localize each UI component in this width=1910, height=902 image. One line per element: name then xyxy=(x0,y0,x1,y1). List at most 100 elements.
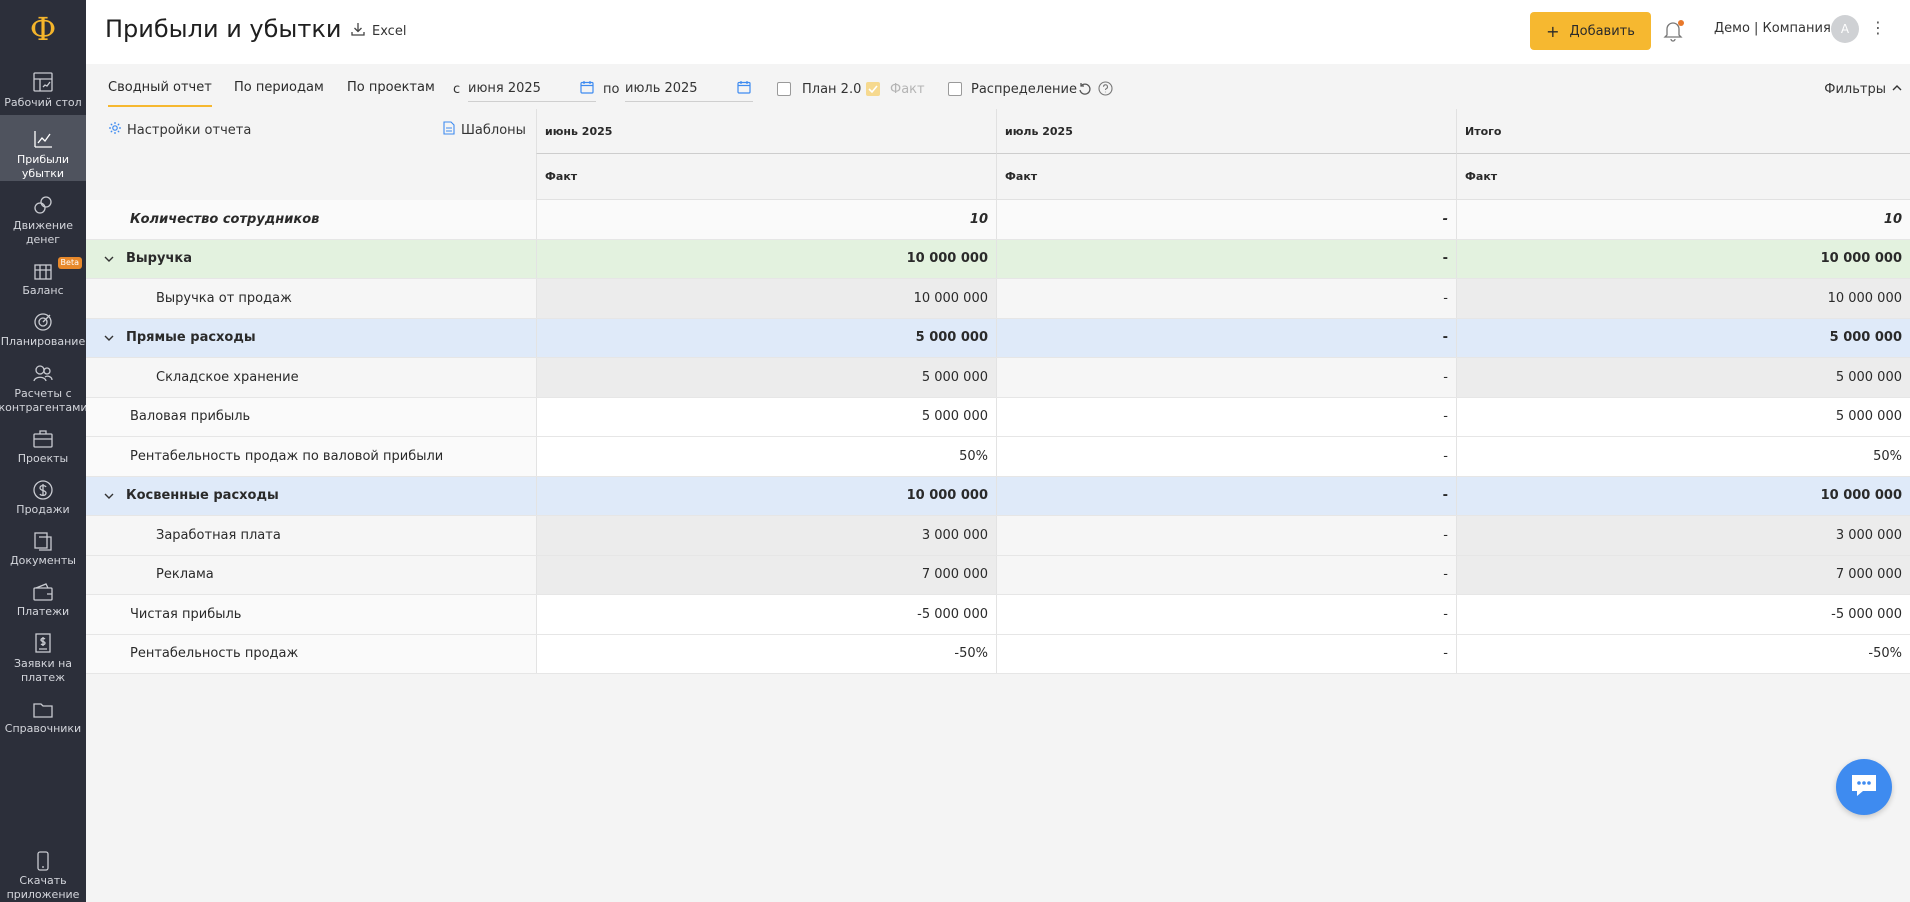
cell-value[interactable]: 3 000 000 xyxy=(1456,516,1910,555)
cell-value[interactable]: - xyxy=(996,555,1456,594)
sidebar-item-balance[interactable]: Beta Баланс xyxy=(0,247,86,298)
cell-value[interactable]: 10 000 000 xyxy=(536,476,996,515)
plan-checkbox[interactable] xyxy=(777,82,791,96)
cell-value[interactable]: - xyxy=(996,516,1456,555)
row-name: Складское хранение xyxy=(156,369,299,385)
distribution-checkbox[interactable] xyxy=(948,82,962,96)
help-icon[interactable] xyxy=(1098,81,1113,100)
tab-summary-report[interactable]: Сводный отчет xyxy=(108,80,212,107)
download-app-label: Скачать приложение xyxy=(6,874,80,901)
sidebar-item-counterparties[interactable]: Расчеты с контрагентами xyxy=(0,349,88,415)
cell-value[interactable]: 5 000 000 xyxy=(536,318,996,357)
company-name[interactable]: Демо | Компания xyxy=(1714,21,1831,36)
cell-value[interactable]: - xyxy=(996,634,1456,673)
sidebar-item-cashflow[interactable]: Движение денег xyxy=(0,181,86,247)
cell-value[interactable]: 3 000 000 xyxy=(536,516,996,555)
cell-value[interactable]: - xyxy=(996,318,1456,357)
cell-value[interactable]: 10 000 000 xyxy=(1456,279,1910,318)
sidebar-item-references[interactable]: Справочники xyxy=(0,685,86,736)
cell-value[interactable]: 10 000 000 xyxy=(1456,239,1910,278)
cell-value[interactable]: 50% xyxy=(536,437,996,476)
tab-by-projects[interactable]: По проектам xyxy=(347,80,435,95)
column-kind-header: Факт xyxy=(536,154,996,200)
reset-icon[interactable] xyxy=(1078,81,1092,100)
notification-dot xyxy=(1678,20,1684,26)
table-row[interactable]: Прямые расходы 5 000 000 - 5 000 000 xyxy=(86,318,1910,358)
documents-icon xyxy=(31,529,55,552)
sidebar-item-sales[interactable]: Продажи xyxy=(0,466,86,517)
chart-icon xyxy=(31,127,55,151)
table-row[interactable]: Выручка 10 000 000 - 10 000 000 xyxy=(86,239,1910,279)
tab-by-periods[interactable]: По периодам xyxy=(234,80,324,95)
cell-value[interactable]: 5 000 000 xyxy=(536,397,996,436)
cell-value[interactable]: - xyxy=(996,200,1456,239)
cell-value[interactable]: 10 000 000 xyxy=(536,279,996,318)
sidebar-item-projects[interactable]: Проекты xyxy=(0,415,86,466)
fact-checkbox[interactable] xyxy=(866,82,880,96)
cell-value[interactable]: 10 000 000 xyxy=(536,239,996,278)
calendar-icon[interactable] xyxy=(580,80,594,98)
date-from-field[interactable]: июня 2025 xyxy=(468,76,596,102)
report-toolbar: Сводный отчет По периодам По проектам с … xyxy=(86,64,1910,109)
cell-value[interactable]: - xyxy=(996,476,1456,515)
cell-value[interactable]: 7 000 000 xyxy=(536,555,996,594)
notifications-button[interactable] xyxy=(1663,20,1684,46)
column-period-header: июнь 2025 xyxy=(536,109,996,154)
cell-value[interactable]: 10 000 000 xyxy=(1456,476,1910,515)
cell-value[interactable]: -5 000 000 xyxy=(1456,595,1910,634)
folder-icon xyxy=(31,697,55,720)
phone-icon xyxy=(31,850,55,872)
sidebar: Ф Рабочий стол Прибыли убытки Движение д… xyxy=(0,0,88,902)
avatar[interactable]: А xyxy=(1831,15,1859,43)
chevron-down-icon[interactable] xyxy=(98,491,120,501)
cell-value[interactable]: 7 000 000 xyxy=(1456,555,1910,594)
sidebar-item-payments[interactable]: Платежи xyxy=(0,568,86,619)
report-controls: Настройки отчета Шаблоны xyxy=(86,109,536,200)
app-logo[interactable]: Ф xyxy=(0,0,86,58)
chevron-down-icon[interactable] xyxy=(98,333,120,343)
cell-value[interactable]: 5 000 000 xyxy=(1456,318,1910,357)
cell-value[interactable]: - xyxy=(996,397,1456,436)
cell-value[interactable]: - xyxy=(996,595,1456,634)
cell-value[interactable]: -5 000 000 xyxy=(536,595,996,634)
sidebar-item-profit-loss[interactable]: Прибыли убытки xyxy=(0,115,86,181)
bell-icon xyxy=(1663,22,1683,46)
cell-value[interactable]: - xyxy=(996,279,1456,318)
download-app-button[interactable]: Скачать приложение xyxy=(0,838,86,902)
cell-value[interactable]: 5 000 000 xyxy=(536,358,996,397)
cell-value[interactable]: - xyxy=(996,239,1456,278)
date-to-field[interactable]: июль 2025 xyxy=(625,76,753,102)
sidebar-item-planning[interactable]: Планирование xyxy=(0,298,86,349)
calendar-icon[interactable] xyxy=(737,80,751,98)
cell-value[interactable]: 5 000 000 xyxy=(1456,358,1910,397)
chat-button[interactable] xyxy=(1836,759,1892,815)
sidebar-item-desktop[interactable]: Рабочий стол xyxy=(0,58,86,115)
chevron-down-icon[interactable] xyxy=(98,254,120,264)
report-rows: Количество сотрудников 10 - 10 Выручка 1… xyxy=(86,200,1910,674)
sidebar-item-label: Продажи xyxy=(16,503,70,516)
sidebar-item-label: Планирование xyxy=(0,335,86,348)
cell-value[interactable]: - xyxy=(996,437,1456,476)
add-button[interactable]: + Добавить xyxy=(1530,12,1651,50)
cell-value[interactable]: 50% xyxy=(1456,437,1910,476)
table-row: Рентабельность продаж по валовой прибыли… xyxy=(86,437,1910,477)
sidebar-item-documents[interactable]: Документы xyxy=(0,517,86,568)
excel-export-button[interactable]: Excel xyxy=(350,21,406,41)
filters-toggle[interactable]: Фильтры xyxy=(1824,82,1902,97)
report-settings-button[interactable]: Настройки отчета xyxy=(108,121,251,139)
sidebar-item-payment-requests[interactable]: Заявки на платеж xyxy=(0,619,86,685)
row-name: Чистая прибыль xyxy=(130,606,242,622)
more-menu-icon[interactable]: ⋮ xyxy=(1870,18,1886,37)
templates-button[interactable]: Шаблоны xyxy=(443,121,526,139)
table-row[interactable]: Косвенные расходы 10 000 000 - 10 000 00… xyxy=(86,476,1910,516)
column-kind-header: Факт xyxy=(1456,154,1910,200)
cell-value[interactable]: 5 000 000 xyxy=(1456,397,1910,436)
cell-value[interactable]: -50% xyxy=(1456,634,1910,673)
header: Прибыли и убытки Excel + Добавить Демо |… xyxy=(86,0,1910,64)
cell-value[interactable]: -50% xyxy=(536,634,996,673)
page-title: Прибыли и убытки xyxy=(105,15,342,43)
excel-label: Excel xyxy=(372,23,407,39)
cell-value[interactable]: 10 xyxy=(536,200,996,239)
cell-value[interactable]: - xyxy=(996,358,1456,397)
cell-value[interactable]: 10 xyxy=(1456,200,1910,239)
